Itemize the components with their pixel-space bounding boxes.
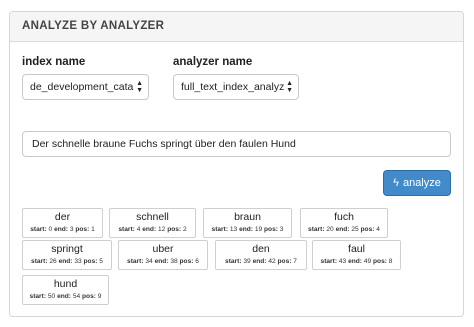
- token-meta: start: 20 end: 25 pos: 4: [308, 226, 380, 233]
- token-meta: start: 39 end: 42 pos: 7: [225, 258, 297, 265]
- select-arrows-icon: ▲ ▼: [136, 80, 143, 94]
- token-meta: start: 34 end: 38 pos: 6: [127, 258, 199, 265]
- index-name-value: de_development_cata: [30, 81, 134, 93]
- token-card: faul start: 43 end: 49 pos: 8: [312, 240, 401, 270]
- token-card: schnell start: 4 end: 12 pos: 2: [109, 208, 196, 238]
- analyzer-name-label: analyzer name: [173, 56, 253, 68]
- token-term: springt: [51, 243, 83, 255]
- token-card: braun start: 13 end: 19 pos: 3: [203, 208, 292, 238]
- analyze-text-input[interactable]: Der schnelle braune Fuchs springt über d…: [22, 131, 451, 157]
- token-card: der start: 0 end: 3 pos: 1: [22, 208, 103, 238]
- analyzer-name-select[interactable]: full_text_index_analyz ▲ ▼: [173, 74, 299, 100]
- token-card: uber start: 34 end: 38 pos: 6: [118, 240, 208, 270]
- index-name-label: index name: [22, 56, 86, 68]
- token-card: den start: 39 end: 42 pos: 7: [215, 240, 307, 270]
- token-meta: start: 26 end: 33 pos: 5: [31, 258, 103, 265]
- token-term: hund: [53, 278, 78, 290]
- token-meta: start: 4 end: 12 pos: 2: [118, 226, 187, 233]
- token-card: springt start: 26 end: 33 pos: 5: [22, 240, 112, 270]
- analyzer-name-value: full_text_index_analyz: [181, 81, 285, 93]
- token-term: den: [252, 243, 270, 255]
- token-term: braun: [234, 211, 261, 223]
- token-term: faul: [348, 243, 365, 255]
- token-term: schnell: [136, 211, 169, 223]
- token-meta: start: 13 end: 19 pos: 3: [211, 226, 284, 233]
- token-meta: start: 0 end: 3 pos: 1: [30, 226, 95, 233]
- bolt-icon: ϟ: [393, 176, 399, 189]
- panel-title: ANALYZE BY ANALYZER: [10, 12, 463, 42]
- index-name-select[interactable]: de_development_cata ▲ ▼: [22, 74, 149, 100]
- select-arrows-icon: ▲ ▼: [286, 80, 293, 94]
- token-meta: start: 43 end: 49 pos: 8: [320, 258, 393, 265]
- analyze-button-label: analyze: [402, 177, 441, 189]
- token-term: der: [54, 211, 71, 223]
- token-meta: start: 50 end: 54 pos: 9: [29, 293, 102, 300]
- analyze-button[interactable]: ϟ analyze: [383, 170, 451, 196]
- token-term: fuch: [334, 211, 354, 223]
- token-card: hund start: 50 end: 54 pos: 9: [22, 275, 109, 305]
- token-card: fuch start: 20 end: 25 pos: 4: [300, 208, 388, 238]
- token-term: uber: [152, 243, 174, 255]
